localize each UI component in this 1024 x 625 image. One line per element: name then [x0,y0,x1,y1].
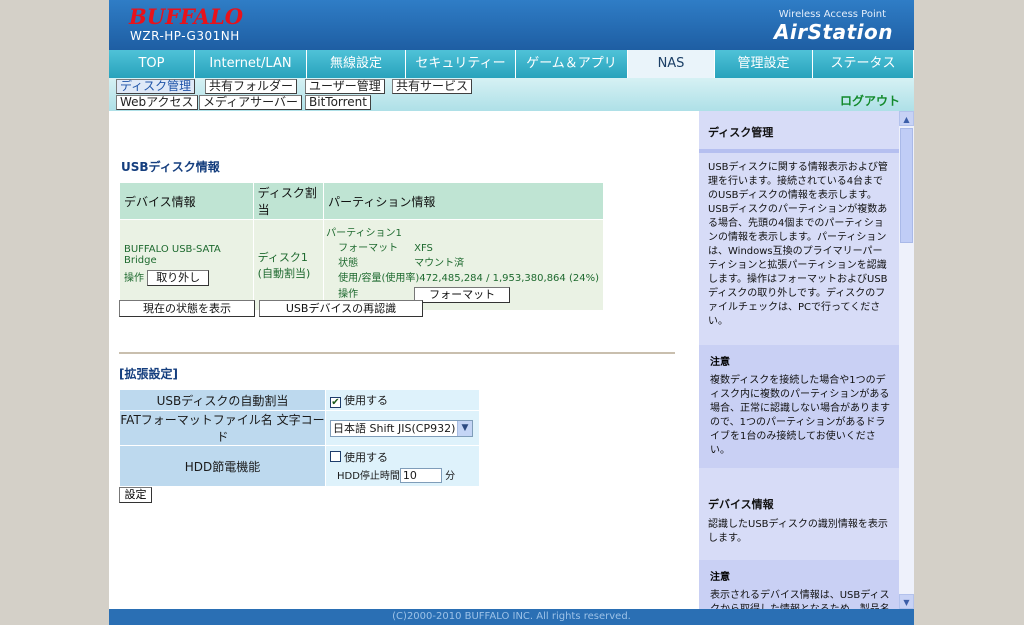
device-info-cell: BUFFALO USB-SATA Bridge 操作 取り外し [119,219,254,311]
device-name: BUFFALO USB-SATA Bridge [124,244,221,266]
usage-label: 使用/容量(使用率) [338,272,420,284]
product-name: AirStation [773,20,893,44]
hdd-stop-time-input[interactable]: 10 [399,468,442,484]
usage-row: 使用/容量(使用率) 472,485,284 / 1,953,380,864 (… [326,271,599,286]
subnav-shared-folder[interactable]: 共有フォルダー [205,79,298,94]
section-divider [119,352,675,354]
scroll-down-icon[interactable]: ▼ [899,594,914,609]
help-note2-title: 注意 [710,572,730,583]
table-row: FATフォーマットファイル名 文字コード 日本語 Shift JIS(CP932… [119,410,480,446]
hdd-use-row: 使用する [330,449,475,465]
router-admin-page: BUFFALO WZR-HP-G301NH Wireless Access Po… [109,0,914,625]
status-value: マウント済 [414,257,465,269]
scroll-up-icon[interactable]: ▲ [899,111,914,126]
tab-internet-lan[interactable]: Internet/LAN [195,50,307,78]
model-name: WZR-HP-G301NH [130,29,240,43]
hdd-power-save-label: HDD節電機能 [119,445,326,487]
help-body: USBディスクに関する情報表示および管理を行います。接続されている4台までのUS… [708,162,888,327]
help-scrollbar[interactable]: ▲ ▼ [899,111,914,609]
tab-game-apps[interactable]: ゲーム＆アプリ [516,50,628,78]
tab-security[interactable]: セキュリティー [406,50,516,78]
header-banner: BUFFALO WZR-HP-G301NH Wireless Access Po… [109,0,914,50]
table-row: BUFFALO USB-SATA Bridge 操作 取り外し ディスク1 (自… [119,219,604,311]
remove-button[interactable]: 取り外し [147,270,210,286]
subnav-media-server[interactable]: メディアサーバー [199,95,303,110]
tab-wireless[interactable]: 無線設定 [307,50,406,78]
main-content: USBディスク情報 デバイス情報 ディスク割当 パーティション情報 BUFFAL… [109,111,699,609]
auto-assign-option: 使用する [344,394,388,407]
device-operation: 操作 取り外し [124,269,249,286]
help-title: ディスク管理 [708,126,774,139]
help-note2-body: 表示されるデバイス情報は、USBディスクから取得した情報となるため、製品名とは表… [710,590,890,609]
help-device-title: デバイス情報 [708,498,774,511]
apply-button[interactable]: 設定 [119,487,152,503]
help-note-title: 注意 [710,357,730,368]
operation-label: 操作 [124,273,144,284]
auto-assign-cell: ✔ 使用する [325,389,480,411]
extended-settings-title: [拡張設定] [119,367,178,381]
show-status-button[interactable]: 現在の状態を表示 [119,300,255,317]
auto-assign-checkbox[interactable]: ✔ [330,397,341,408]
usb-disk-info-title: USBディスク情報 [121,160,220,174]
subnav-web-access[interactable]: Webアクセス [116,95,198,110]
subnav-shared-service[interactable]: 共有サービス [392,79,473,94]
table-row: USBディスクの自動割当 ✔ 使用する [119,389,480,411]
fat-charset-cell: 日本語 Shift JIS(CP932) ▼ [325,410,480,446]
extended-settings-table: USBディスクの自動割当 ✔ 使用する FATフォーマットファイル名 文字コード … [119,389,480,487]
hdd-stop-label: HDD停止時間 [337,470,400,482]
subnav-disk-management[interactable]: ディスク管理 [116,79,196,94]
help-panel: ディスク管理 USBディスクに関する情報表示および管理を行います。接続されている… [699,111,899,609]
scroll-thumb[interactable] [900,128,913,243]
format-label: フォーマット [338,242,399,254]
hdd-power-save-cell: 使用する HDD停止時間 10 分 [325,445,480,487]
fat-charset-value: 日本語 Shift JIS(CP932) [333,422,456,435]
help-device-body: 認識したUSBディスクの識別情報を表示します。 [708,519,888,544]
col-partition-info: パーティション情報 [323,182,604,220]
tab-nas[interactable]: NAS [628,50,715,78]
hdd-use-option: 使用する [344,450,388,464]
partition-title: パーティション1 [326,227,402,239]
usage-value: 472,485,284 / 1,953,380,864 (24%) [419,272,599,284]
product-line: Wireless Access Point [778,9,886,20]
disk-assign-name: ディスク1 [257,251,308,264]
hdd-stop-row: HDD停止時間 10 分 [330,467,475,484]
status-label: 状態 [338,257,359,269]
partition-info-cell: パーティション1 フォーマット XFS 状態 マウント済 使用/容量(使用率) … [323,219,604,311]
table-row: HDD節電機能 使用する HDD停止時間 10 分 [119,445,480,487]
chevron-down-icon: ▼ [457,420,472,436]
tab-status[interactable]: ステータス [813,50,914,78]
tab-top[interactable]: TOP [109,50,195,78]
fat-charset-label: FATフォーマットファイル名 文字コード [119,410,326,446]
usb-disk-table: デバイス情報 ディスク割当 パーティション情報 BUFFALO USB-SATA… [119,182,604,311]
help-note: 注意 複数ディスクを接続した場合や1つのディスク内に複数のパーティションがある場… [699,345,899,468]
logout-link[interactable]: ログアウト [840,92,900,109]
sub-nav: ディスク管理 共有フォルダー ユーザー管理 共有サービス Webアクセス メディ… [109,78,914,111]
hdd-power-save-checkbox[interactable] [330,450,341,462]
copyright-footer: (C)2000-2010 BUFFALO INC. All rights res… [109,609,914,625]
help-note-2: 注意 表示されるデバイス情報は、USBディスクから取得した情報となるため、製品名… [699,560,899,609]
subnav-bittorrent[interactable]: BitTorrent [305,95,371,110]
main-nav: TOP Internet/LAN 無線設定 セキュリティー ゲーム＆アプリ NA… [109,50,914,78]
col-disk-assign: ディスク割当 [252,182,325,220]
tab-admin[interactable]: 管理設定 [715,50,813,78]
format-row: フォーマット XFS [326,241,599,256]
status-row: 状態 マウント済 [326,256,599,271]
help-divider [699,149,899,153]
help-note-body: 複数ディスクを接続した場合や1つのディスク内に複数のパーティションがある場合、正… [710,375,890,456]
col-device-info: デバイス情報 [119,182,254,220]
auto-assign-label: USBディスクの自動割当 [119,389,326,411]
hdd-stop-unit: 分 [445,470,456,482]
disk-assign-mode: (自動割当) [257,267,311,280]
brand-logo: BUFFALO [129,4,244,29]
help-content: ディスク管理 USBディスクに関する情報表示および管理を行います。接続されている… [699,111,899,609]
rescan-usb-button[interactable]: USBデバイスの再認識 [259,300,423,317]
subnav-user-management[interactable]: ユーザー管理 [305,79,385,94]
format-value: XFS [414,242,433,254]
disk-assign-cell: ディスク1 (自動割当) [252,219,325,311]
format-button[interactable]: フォーマット [414,286,511,303]
fat-charset-select[interactable]: 日本語 Shift JIS(CP932) ▼ [330,419,473,437]
